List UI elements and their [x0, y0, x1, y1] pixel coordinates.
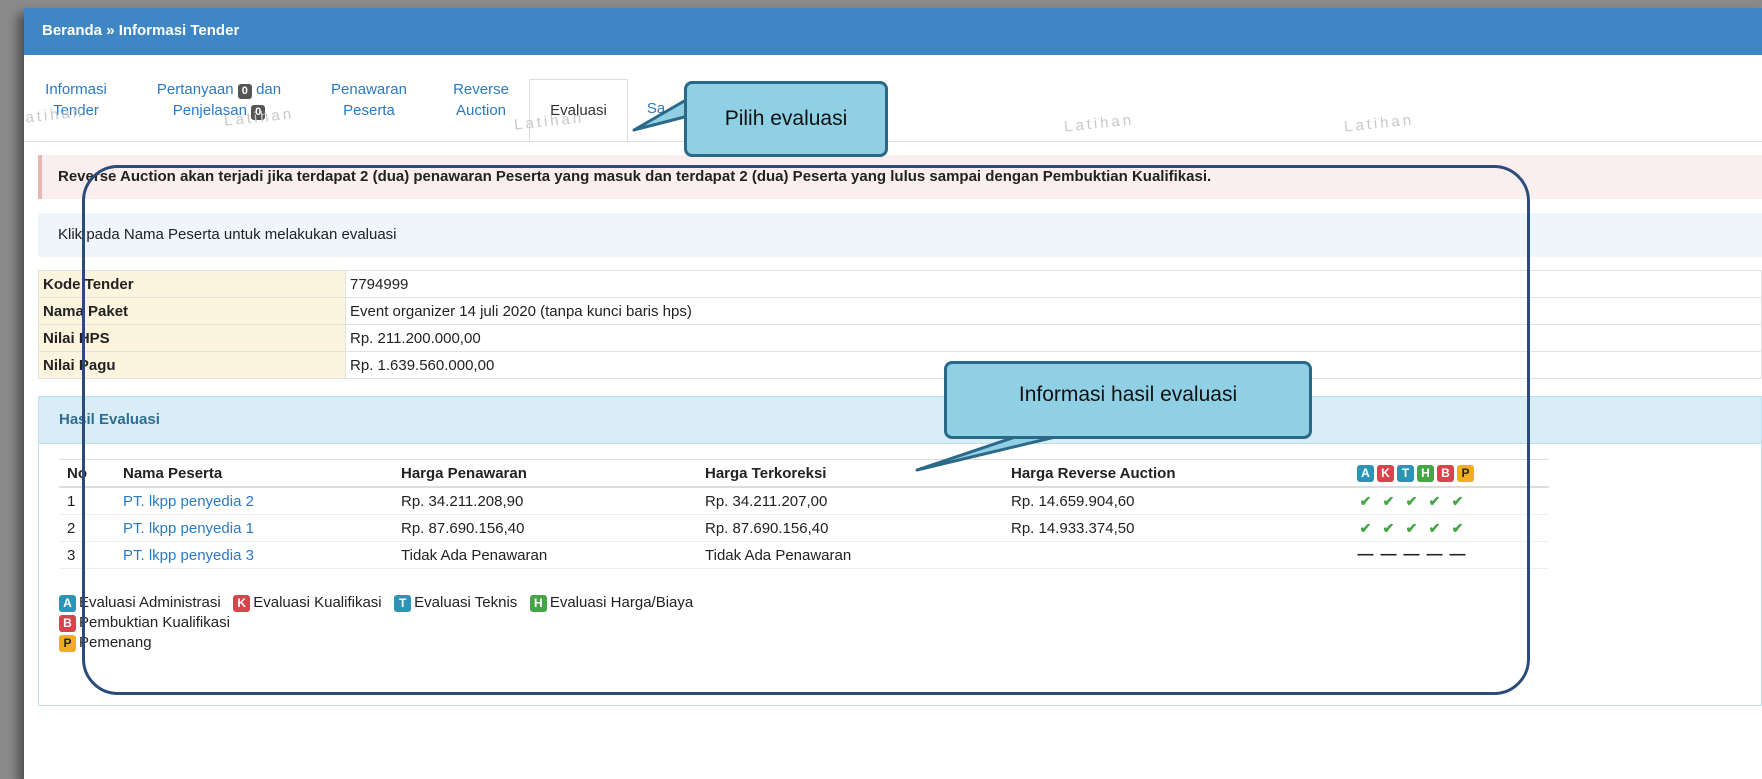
- tab-label: Pertanyaan: [156, 81, 234, 98]
- tab-sanggah[interactable]: Sa: [644, 98, 668, 119]
- watermark: Latihan: [1343, 111, 1415, 136]
- tab-penawaran-peserta[interactable]: Penawaran Peserta: [324, 79, 414, 121]
- pertanyaan-count-badge: 0: [237, 84, 252, 99]
- legend-a-icon: A: [59, 595, 76, 612]
- tab-reverse-auction[interactable]: Reverse Auction: [446, 79, 516, 121]
- tab-bar: Informasi Tender Pertanyaan 0 dan Penjel…: [24, 55, 1762, 142]
- callout-informasi-hasil: Informasi hasil evaluasi: [944, 361, 1312, 439]
- tab-label: Penawaran: [331, 81, 407, 98]
- window-frame: Beranda » Informasi Tender Informasi Ten…: [24, 8, 1762, 779]
- tab-label: Peserta: [343, 102, 395, 119]
- tab-label: Reverse: [453, 81, 509, 98]
- breadcrumb[interactable]: Beranda » Informasi Tender: [24, 8, 1762, 55]
- legend-b-icon: B: [59, 615, 76, 632]
- callout-pilih-evaluasi: Pilih evaluasi: [684, 81, 888, 157]
- watermark: Latihan: [1063, 111, 1135, 136]
- legend-p-icon: P: [59, 635, 76, 652]
- tab-label: Informasi: [45, 81, 107, 98]
- tab-label: dan: [256, 81, 282, 98]
- tab-label: Auction: [455, 102, 507, 119]
- watermark: Latihan: [24, 103, 85, 128]
- evaluation-highlight-frame: [82, 165, 1530, 695]
